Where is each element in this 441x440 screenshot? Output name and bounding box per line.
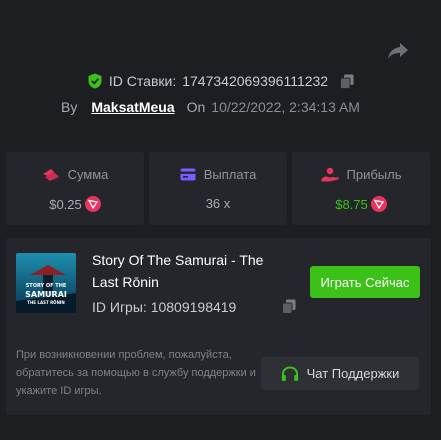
- verified-shield-icon: [88, 73, 102, 89]
- bet-id-row: ID Ставки: 1747342069396111232: [0, 70, 441, 92]
- copy-game-id-button[interactable]: [282, 299, 296, 319]
- coins-icon: [42, 168, 59, 181]
- stat-profit-value: $8.75: [335, 196, 368, 212]
- stat-amount-value: $0.25: [49, 196, 82, 212]
- support-chat-label: Чат Поддержки: [306, 366, 400, 381]
- game-id-value: 10809198419: [150, 299, 237, 315]
- share-button[interactable]: [384, 38, 412, 64]
- bet-timestamp: 10/22/2022, 2:34:13 AM: [211, 99, 360, 115]
- game-id-row: ID Игры: 10809198419: [92, 299, 236, 315]
- game-card: STORY OF THE SAMURAI THE LAST RŌNIN Stor…: [6, 238, 431, 415]
- stat-amount-label: Сумма: [67, 167, 109, 182]
- share-icon: [388, 43, 408, 59]
- thumbnail-title-line2: SAMURAI: [25, 290, 67, 299]
- trx-coin-icon: [84, 196, 101, 212]
- profit-hand-icon: [321, 167, 338, 182]
- bet-author-row: By MaksatMeua On 10/22/2022, 2:34:13 AM: [61, 97, 360, 117]
- trx-coin-icon: [370, 196, 387, 212]
- stat-payout-label: Выплата: [203, 167, 257, 182]
- on-label: On: [186, 99, 206, 115]
- by-label: By: [61, 99, 78, 115]
- username-link[interactable]: MaksatMeua: [91, 99, 174, 115]
- game-title[interactable]: Story Of The Samurai - The Last Rōnin: [92, 249, 292, 293]
- copy-icon: [340, 74, 354, 89]
- copy-bet-id-button[interactable]: [340, 74, 354, 89]
- game-id-label: ID Игры:: [92, 299, 147, 315]
- stat-profit-card: Прибыль $8.75: [292, 152, 430, 225]
- bet-id-value: 1747342069396111232: [182, 73, 329, 89]
- thumbnail-title-line1: STORY OF THE: [25, 283, 67, 289]
- stat-payout-card: Выплата 36 x: [149, 152, 287, 225]
- copy-icon: [282, 299, 296, 314]
- stat-profit-label: Прибыль: [346, 167, 402, 182]
- stat-amount-card: Сумма $0.25: [6, 152, 144, 225]
- support-help-text: При возникновении проблем, пожалуйста, о…: [16, 349, 256, 397]
- wallet-card-icon: [180, 168, 196, 181]
- game-thumbnail[interactable]: STORY OF THE SAMURAI THE LAST RŌNIN: [16, 253, 76, 313]
- stat-payout-value: 36 x: [205, 196, 231, 211]
- play-now-button[interactable]: Играть Сейчас: [310, 266, 420, 298]
- support-chat-button[interactable]: Чат Поддержки: [261, 357, 419, 390]
- bet-id-label: ID Ставки:: [108, 73, 177, 89]
- thumbnail-title-line3: THE LAST RŌNIN: [27, 300, 65, 305]
- headset-icon: [281, 365, 298, 381]
